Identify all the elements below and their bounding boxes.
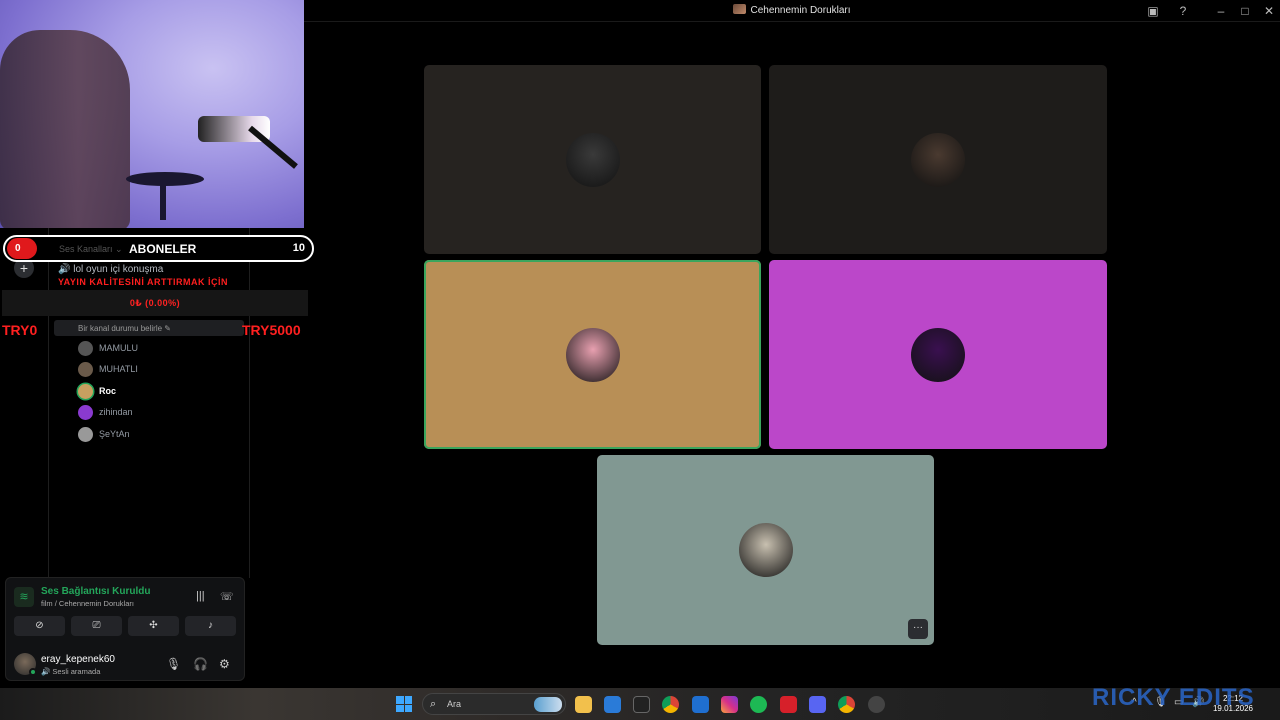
- maximize-icon[interactable]: □: [1236, 2, 1254, 20]
- steam-icon[interactable]: [868, 696, 885, 713]
- epic-games-icon[interactable]: [633, 696, 650, 713]
- video-tile-participant-3[interactable]: [424, 260, 761, 449]
- connection-channel[interactable]: film / Cehennemin Dorukları: [41, 599, 134, 608]
- video-tile-participant-5[interactable]: ···: [597, 455, 934, 645]
- member-name: MUHATLI: [99, 364, 138, 374]
- member-avatar: [78, 340, 93, 356]
- inbox-icon[interactable]: ▣: [1144, 2, 1162, 20]
- connection-status[interactable]: Ses Bağlantısı Kuruldu: [41, 586, 150, 597]
- voice-channels-header: Ses Kanalları ⌄: [59, 244, 123, 254]
- more-options-icon[interactable]: ···: [908, 619, 928, 639]
- user-status: 🔊 Sesli aramada: [41, 667, 101, 676]
- store-icon[interactable]: [604, 696, 621, 713]
- sub-count: 0: [7, 238, 37, 259]
- file-explorer-icon[interactable]: [575, 696, 592, 713]
- server-icon: [733, 4, 747, 14]
- instagram-icon[interactable]: [721, 696, 738, 713]
- member-item[interactable]: MUHATLI: [78, 361, 138, 377]
- member-item[interactable]: Roc: [78, 383, 116, 399]
- member-avatar: [78, 361, 93, 377]
- screen-share-button[interactable]: ⎚: [71, 616, 122, 636]
- search-icon: ⌕: [430, 698, 437, 710]
- member-avatar: [78, 426, 93, 442]
- donation-max: TRY5000: [242, 322, 301, 338]
- member-item[interactable]: ŞeYtAn: [78, 426, 130, 442]
- sub-goal-label: ABONELER: [129, 242, 197, 256]
- spotify-icon[interactable]: [750, 696, 767, 713]
- close-icon[interactable]: ✕: [1260, 2, 1278, 20]
- sub-goal-target: 10: [292, 242, 305, 254]
- window-title: Cehennemin Dorukları: [750, 5, 851, 16]
- donation-progress-bar: 0₺ (0.00%): [2, 290, 308, 316]
- taskbar-search[interactable]: ⌕ Ara: [422, 693, 566, 715]
- mic-arm: [248, 125, 298, 169]
- member-item[interactable]: MAMULU: [78, 340, 138, 356]
- app-red-icon[interactable]: [780, 696, 797, 713]
- subscriber-goal-widget: 0 Ses Kanalları ⌄ ABONELER 10: [3, 235, 314, 262]
- webcam-overlay: [0, 0, 304, 228]
- member-avatar: [78, 404, 93, 420]
- chrome-icon-2[interactable]: [838, 696, 855, 713]
- title-bar: Cehennemin Dorukları ▣ ? – □ ✕: [304, 0, 1280, 22]
- participant-avatar: [911, 327, 965, 382]
- discord-icon[interactable]: [809, 696, 826, 713]
- voice-connection-panel: ≋ Ses Bağlantısı Kuruldu film / Cehennem…: [5, 577, 245, 681]
- member-name: MAMULU: [99, 343, 139, 353]
- search-highlight-icon: [534, 697, 562, 712]
- camera-off-button[interactable]: ⊘: [14, 616, 65, 636]
- noise-suppression-icon[interactable]: |||: [196, 590, 205, 602]
- soundboard-button[interactable]: ♪: [185, 616, 236, 636]
- online-status-icon: [29, 668, 37, 676]
- participant-avatar: [738, 523, 793, 577]
- video-tile-participant-1[interactable]: [424, 65, 761, 254]
- mail-icon[interactable]: [692, 696, 709, 713]
- participant-avatar: [565, 132, 620, 187]
- microphone-icon[interactable]: 🎙: [166, 657, 181, 671]
- username[interactable]: eray_kepenek60: [41, 654, 115, 665]
- chrome-icon[interactable]: [662, 696, 679, 713]
- disconnect-icon[interactable]: ☏: [220, 590, 234, 603]
- donation-goal-title: YAYIN KALİTESİNİ ARTTIRMAK İÇİN: [58, 277, 229, 287]
- start-icon[interactable]: [396, 696, 412, 712]
- member-avatar: [78, 383, 93, 399]
- member-name: Roc: [99, 386, 117, 396]
- headphones-icon[interactable]: 🎧: [193, 657, 208, 671]
- voice-channel-item[interactable]: 🔊 lol oyun içi konuşma: [58, 264, 163, 275]
- member-item[interactable]: zihindan: [78, 404, 133, 420]
- minimize-icon[interactable]: –: [1212, 2, 1230, 20]
- donation-progress-text: 0₺ (0.00%): [129, 298, 181, 308]
- donation-min: TRY0: [2, 322, 38, 338]
- taskbar: ⌕ Ara ^ 🎙 ▭ 🔊 22:12 19.01.2026: [0, 688, 1280, 720]
- video-tile-participant-2[interactable]: [769, 65, 1107, 254]
- member-name: ŞeYtAn: [99, 429, 130, 439]
- activities-button[interactable]: ✣: [128, 616, 179, 636]
- participant-avatar: [911, 132, 965, 187]
- watermark: RICKY EDITS: [1092, 684, 1255, 711]
- video-tile-participant-4[interactable]: [769, 260, 1107, 449]
- help-icon[interactable]: ?: [1174, 2, 1192, 20]
- search-placeholder: Ara: [447, 699, 462, 709]
- signal-icon[interactable]: ≋: [14, 587, 34, 607]
- member-name: zihindan: [99, 407, 133, 417]
- channel-status-prompt[interactable]: Bir kanal durumu belirle ✎: [54, 320, 244, 336]
- gaming-chair: [0, 30, 130, 228]
- settings-icon[interactable]: ⚙: [219, 657, 230, 671]
- participant-avatar: [565, 327, 620, 382]
